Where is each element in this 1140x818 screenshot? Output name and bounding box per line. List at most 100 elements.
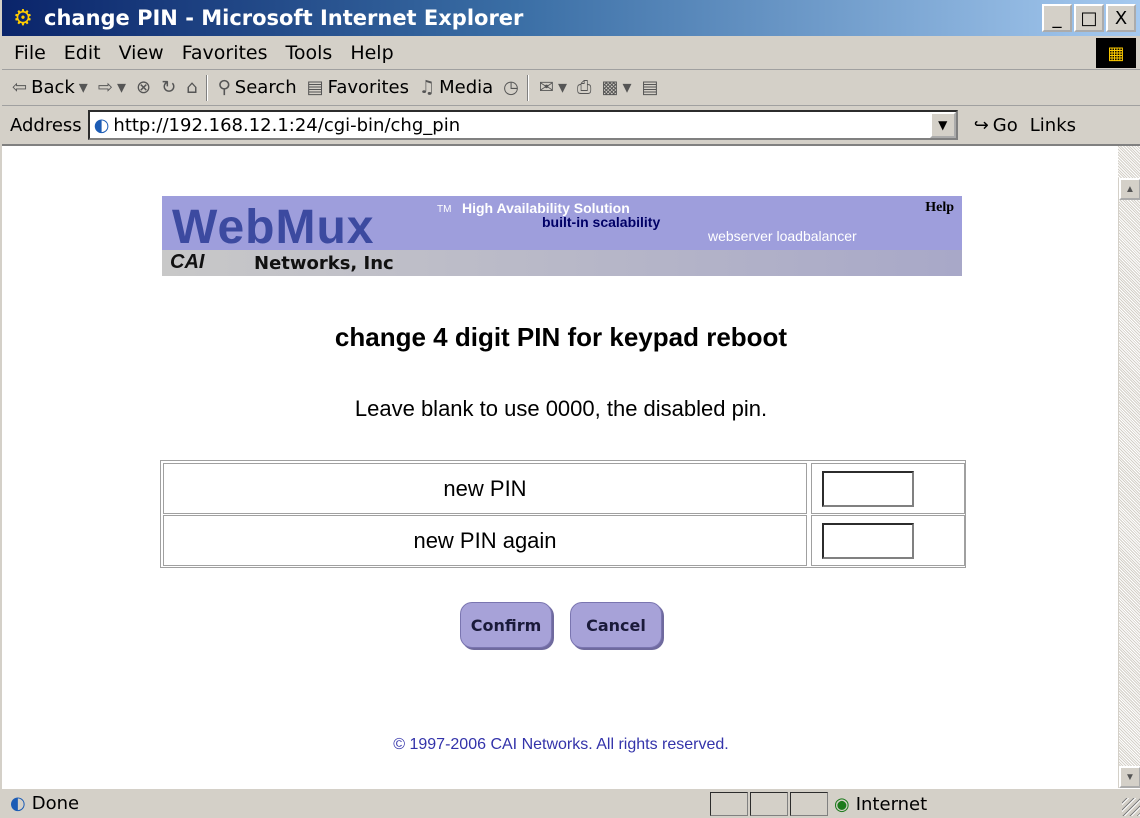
history-button[interactable]: ◷ <box>503 77 519 98</box>
address-bar: Address ◐ http://192.168.12.1:24/cgi-bin… <box>2 106 1140 146</box>
status-panel <box>750 792 788 816</box>
address-url: http://192.168.12.1:24/cgi-bin/chg_pin <box>113 114 461 136</box>
edit-button[interactable]: ▩ ▾ <box>601 77 631 98</box>
address-input[interactable]: ◐ http://192.168.12.1:24/cgi-bin/chg_pin… <box>87 110 958 140</box>
globe-icon: ◉ <box>834 793 850 815</box>
status-panel <box>790 792 828 816</box>
address-dropdown-button[interactable]: ▼ <box>929 112 956 138</box>
pin-hint: Leave blank to use 0000, the disabled pi… <box>354 396 768 421</box>
toolbar-separator <box>526 74 529 101</box>
word-icon: ▩ <box>601 77 619 98</box>
zone-label: Internet <box>855 793 928 815</box>
table-row: new PIN again <box>163 515 965 566</box>
help-link[interactable]: Help <box>925 200 954 216</box>
refresh-button[interactable]: ↻ <box>161 77 176 98</box>
banner-footer: CAI Networks, Inc <box>162 250 962 276</box>
resize-grip[interactable] <box>1122 798 1140 816</box>
search-button[interactable]: ⚲ Search <box>218 77 297 98</box>
go-arrow-icon: ↪ <box>973 114 989 136</box>
confirm-button[interactable]: Confirm <box>460 602 552 648</box>
close-button[interactable]: X <box>1106 4 1136 32</box>
windows-flag-icon: ▦ <box>1096 38 1136 68</box>
dropdown-arrow-icon: ▾ <box>622 77 632 98</box>
toolbar-separator <box>205 74 208 101</box>
refresh-icon: ↻ <box>161 77 177 98</box>
mail-button[interactable]: ✉ ▾ <box>539 77 567 98</box>
links-button[interactable]: Links <box>1030 115 1076 136</box>
media-button[interactable]: ♫ Media <box>419 77 493 98</box>
go-button[interactable]: ↪ Go <box>974 115 1018 136</box>
media-label: Media <box>439 77 494 98</box>
ie-logo-icon: ⚙ <box>13 5 33 30</box>
menu-file[interactable]: File <box>14 42 46 64</box>
search-icon: ⚲ <box>217 77 231 98</box>
scroll-down-button[interactable]: ▼ <box>1119 766 1140 788</box>
status-text: Done <box>31 793 80 814</box>
status-bar: ◐ Done ◉ Internet <box>2 788 1140 818</box>
pin-form-table: new PIN new PIN again <box>160 460 966 568</box>
menu-bar: File Edit View Favorites Tools Help ▦ <box>2 36 1140 70</box>
back-arrow-icon: ⇦ <box>12 77 28 98</box>
discuss-button[interactable]: ▤ <box>642 77 659 98</box>
scrollbar-top <box>1118 146 1140 178</box>
back-label: Back <box>31 77 75 98</box>
address-label: Address <box>10 114 82 136</box>
print-button[interactable]: ⎙ <box>577 77 591 98</box>
new-pin-label: new PIN <box>163 463 807 514</box>
page-icon: ◐ <box>93 114 110 136</box>
history-icon: ◷ <box>503 77 519 98</box>
copyright-text: © 1997-2006 CAI Networks. All rights res… <box>393 736 729 753</box>
menu-help[interactable]: Help <box>350 42 393 64</box>
cancel-button[interactable]: Cancel <box>570 602 662 648</box>
trademark-mark: TM <box>437 204 452 215</box>
back-button[interactable]: ⇦ Back ▾ <box>12 77 88 98</box>
print-icon: ⎙ <box>577 77 592 98</box>
stop-button[interactable]: ⊗ <box>136 77 151 98</box>
menu-edit[interactable]: Edit <box>64 42 101 64</box>
new-pin-input[interactable] <box>822 471 914 507</box>
go-label: Go <box>992 114 1018 136</box>
table-row: new PIN <box>163 463 965 514</box>
search-label: Search <box>234 77 297 98</box>
menu-favorites[interactable]: Favorites <box>182 42 268 64</box>
company-name: Networks, Inc <box>254 253 394 274</box>
forward-arrow-icon: ⇨ <box>97 77 113 98</box>
menu-tools[interactable]: Tools <box>286 42 333 64</box>
browser-window: ⚙ change PIN - Microsoft Internet Explor… <box>0 0 1140 818</box>
page-done-icon: ◐ <box>10 793 26 814</box>
media-icon: ♫ <box>418 77 436 98</box>
dropdown-arrow-icon: ▾ <box>78 77 88 98</box>
webmux-logo: WebMux <box>172 201 375 254</box>
favorites-icon: ▤ <box>306 77 324 98</box>
status-panel <box>710 792 748 816</box>
new-pin-again-label: new PIN again <box>163 515 807 566</box>
page-heading: change 4 digit PIN for keypad reboot <box>334 322 788 352</box>
home-button[interactable]: ⌂ <box>186 77 197 98</box>
menu-view[interactable]: View <box>119 42 164 64</box>
title-bar: ⚙ change PIN - Microsoft Internet Explor… <box>2 0 1140 36</box>
toolbar: ⇦ Back ▾ ⇨ ▾ ⊗ ↻ ⌂ ⚲ Search ▤ Favorites … <box>2 70 1140 106</box>
dropdown-arrow-icon: ▾ <box>557 77 568 98</box>
minimize-button[interactable]: _ <box>1042 4 1072 32</box>
forward-button[interactable]: ⇨ ▾ <box>98 77 126 98</box>
security-zone: ◉ Internet <box>834 792 927 816</box>
cai-logo: CAI <box>170 251 205 273</box>
window-title: change PIN - Microsoft Internet Explorer <box>44 6 524 30</box>
favorites-button[interactable]: ▤ Favorites <box>307 77 409 98</box>
new-pin-cell <box>811 463 965 514</box>
stop-icon: ⊗ <box>135 77 152 98</box>
dropdown-arrow-icon: ▾ <box>116 77 126 98</box>
new-pin-again-cell <box>811 515 965 566</box>
webmux-banner: WebMux TM High Availability Solution bui… <box>162 196 962 276</box>
scroll-up-button[interactable]: ▲ <box>1119 178 1140 200</box>
banner-tagline-2: built-in scalability <box>542 214 661 230</box>
banner-tagline-3: webserver loadbalancer <box>708 228 857 244</box>
new-pin-again-input[interactable] <box>822 523 914 559</box>
discuss-icon: ▤ <box>641 77 659 98</box>
content-top <box>2 146 1120 178</box>
favorites-label: Favorites <box>327 77 409 98</box>
vertical-scrollbar[interactable]: ▲ ▼ <box>1118 178 1140 788</box>
mail-icon: ✉ <box>538 77 554 98</box>
maximize-button[interactable]: □ <box>1074 4 1104 32</box>
window-controls: _ □ X <box>1042 4 1136 32</box>
